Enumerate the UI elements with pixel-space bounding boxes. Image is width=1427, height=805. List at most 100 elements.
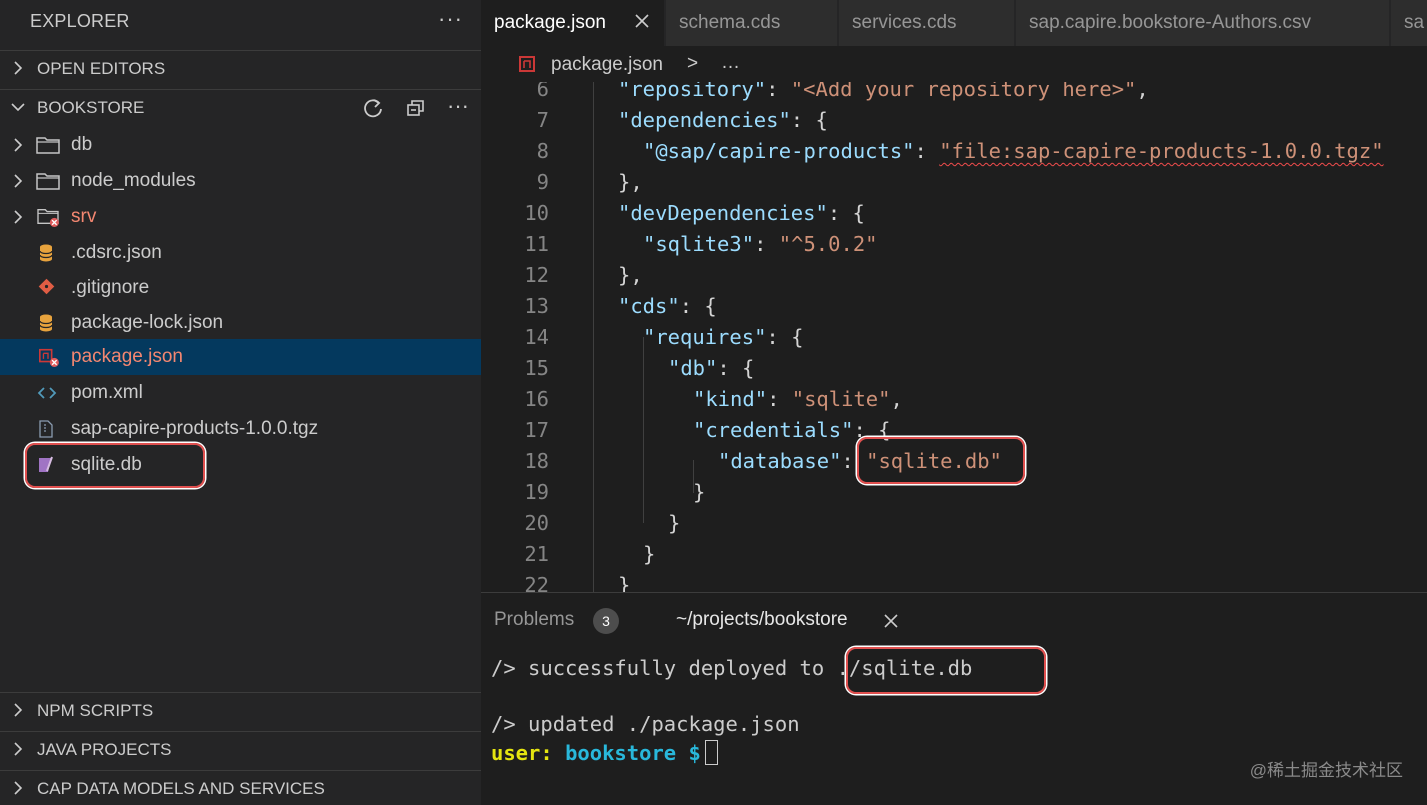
more-actions-icon[interactable]: ··· — [438, 6, 463, 32]
code-line: 11 "sqlite3": "^5.0.2" — [481, 230, 1427, 261]
code-text: } — [618, 573, 630, 592]
watermark: @稀土掘金技术社区 — [1249, 761, 1403, 780]
tab-label: schema.cds — [679, 12, 781, 33]
punctuation: , — [1136, 82, 1149, 101]
line-number: 9 — [536, 170, 549, 194]
chevron-right-icon — [14, 781, 23, 795]
tab-label: services.cds — [852, 12, 957, 33]
chevron-right-icon — [14, 138, 23, 152]
prompt-symbol: $ — [688, 741, 701, 765]
tree-item-cdsrc-json[interactable]: .cdsrc.json — [0, 235, 481, 271]
tab-terminal[interactable]: ~/projects/bookstore — [676, 609, 848, 631]
punctuation: : { — [717, 356, 755, 380]
collapse-all-icon[interactable] — [405, 96, 427, 120]
tree-item-tgz[interactable]: sap-capire-products-1.0.0.tgz — [0, 411, 481, 447]
tab-package-json[interactable]: package.json — [481, 0, 665, 46]
close-icon[interactable] — [881, 611, 901, 631]
punctuation: : — [754, 232, 779, 256]
punctuation: : — [914, 139, 940, 163]
punctuation: } — [693, 480, 706, 504]
section-label: NPM SCRIPTS — [37, 701, 154, 720]
line-number: 17 — [524, 418, 549, 442]
chevron-right-icon — [14, 210, 23, 224]
punctuation: , — [890, 387, 903, 411]
tab-label: package.json — [494, 12, 606, 33]
section-open-editors[interactable]: OPEN EDITORS — [0, 50, 481, 86]
line-number: 15 — [524, 356, 549, 380]
code-line: 17 "credentials": { — [481, 416, 1427, 447]
tree-item-gitignore[interactable]: .gitignore — [0, 270, 481, 306]
prompt-dir: bookstore — [565, 741, 677, 765]
code-text: } — [693, 480, 705, 504]
tree-item-db[interactable]: db — [0, 127, 481, 163]
chevron-down-icon — [11, 103, 25, 112]
folder-icon — [36, 173, 60, 190]
code-text: } — [668, 511, 680, 535]
section-cap-data-models[interactable]: CAP DATA MODELS AND SERVICES — [0, 770, 481, 805]
tree-item-pom-xml[interactable]: pom.xml — [0, 375, 481, 411]
punctuation: }, — [618, 170, 643, 194]
chevron-right-icon — [14, 174, 23, 188]
json-key: "repository" — [618, 82, 767, 101]
code-line: 19} — [481, 478, 1427, 509]
refresh-icon[interactable] — [362, 96, 384, 120]
section-bookstore[interactable]: BOOKSTORE ··· — [0, 89, 481, 125]
chevron-right-icon — [14, 703, 23, 717]
tab-label: sap.capire.bookstore-Authors.csv — [1029, 12, 1311, 33]
chevron-right-icon — [14, 61, 23, 75]
code-line: 7 "dependencies": { — [481, 106, 1427, 137]
breadcrumb-more[interactable]: … — [721, 52, 740, 74]
terminal-prompt[interactable]: user: bookstore $ — [491, 740, 718, 765]
section-java-projects[interactable]: JAVA PROJECTS — [0, 731, 481, 767]
line-number: 7 — [536, 108, 549, 132]
code-line: 22} — [481, 571, 1427, 592]
breadcrumb-file[interactable]: package.json — [551, 54, 663, 76]
tree-item-package-json[interactable]: package.json — [0, 339, 481, 375]
punctuation: : { — [853, 418, 891, 442]
section-label: CAP DATA MODELS AND SERVICES — [37, 779, 325, 798]
punctuation: : { — [790, 108, 828, 132]
code-text: "db": { — [668, 356, 754, 380]
line-number: 10 — [524, 201, 549, 225]
tree-item-sqlite-db[interactable]: sqlite.db — [0, 447, 481, 483]
problems-count-badge: 3 — [593, 608, 619, 634]
terminal-cursor — [704, 740, 718, 765]
sqlite-icon — [39, 456, 53, 472]
tab-schema-cds[interactable]: schema.cds — [666, 0, 838, 46]
line-number: 6 — [536, 82, 549, 101]
tree-item-label: node_modules — [71, 170, 196, 191]
archive-file-icon — [39, 420, 53, 438]
tab-problems[interactable]: Problems — [494, 609, 574, 631]
code-text: }, — [618, 263, 643, 287]
code-editor[interactable]: 6 "repository": "<Add your repository her… — [481, 82, 1427, 592]
tree-item-node-modules[interactable]: node_modules — [0, 163, 481, 199]
code-line: 13 "cds": { — [481, 292, 1427, 323]
tree-item-label: .gitignore — [71, 277, 150, 298]
json-string: "file:sap-capire-products-1.0.0.tgz" — [939, 139, 1384, 163]
code-line: 8 "@sap/capire-products": "file:sap-capir… — [481, 137, 1427, 168]
terminal-text: /> successfully deployed to — [491, 656, 837, 680]
punctuation: } — [668, 511, 681, 535]
folder-error-icon — [37, 209, 59, 227]
tree-item-package-lock-json[interactable]: package-lock.json — [0, 305, 481, 341]
punctuation: : — [767, 387, 792, 411]
database-file-icon — [39, 314, 53, 332]
more-actions-icon[interactable]: ··· — [447, 95, 469, 120]
code-line: 21} — [481, 540, 1427, 571]
json-key: "database" — [718, 449, 842, 473]
tab-overflow[interactable]: sa — [1391, 0, 1427, 46]
code-line: 10 "devDependencies": { — [481, 199, 1427, 230]
code-line: 9}, — [481, 168, 1427, 199]
editor-tab-bar: package.json schema.cds services.cds sap… — [481, 0, 1427, 46]
tree-item-srv[interactable]: srv — [0, 199, 481, 235]
terminal-target: ./sqlite.db — [836, 656, 973, 680]
tab-authors-csv[interactable]: sap.capire.bookstore-Authors.csv — [1016, 0, 1390, 46]
json-string: "^5.0.2" — [778, 232, 878, 256]
line-number: 20 — [524, 511, 549, 535]
section-npm-scripts[interactable]: NPM SCRIPTS — [0, 692, 481, 728]
tree-item-label: db — [71, 134, 93, 155]
close-icon[interactable] — [632, 11, 652, 31]
code-text: "credentials": { — [693, 418, 890, 442]
tab-services-cds[interactable]: services.cds — [839, 0, 1015, 46]
tree-item-label: sqlite.db — [71, 454, 142, 475]
